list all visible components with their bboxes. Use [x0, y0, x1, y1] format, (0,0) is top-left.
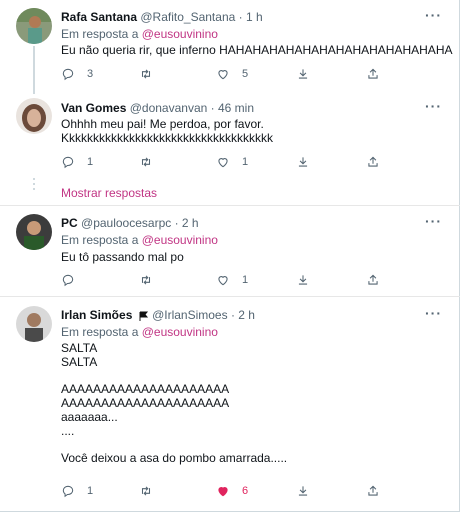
like-count: 1 — [242, 156, 249, 168]
download-icon — [298, 157, 308, 167]
thread-line — [33, 46, 35, 94]
reply-prefix: Em resposta a — [61, 325, 139, 339]
retweet-icon — [141, 486, 151, 496]
share-icon — [368, 274, 378, 285]
tweet-header: Van Gomes @donavanvan · 46 min — [61, 100, 254, 116]
download-icon — [298, 275, 308, 285]
avatar[interactable] — [16, 306, 52, 342]
reply-button[interactable]: 3 — [61, 66, 93, 82]
tweet-text: Eu tô passando mal po — [61, 250, 184, 264]
show-replies-link[interactable]: Mostrar respostas — [61, 186, 157, 200]
tweet-text: Ohhhh meu pai! Me perdoa, por favor. Kkk… — [61, 117, 274, 145]
retweet-button[interactable] — [139, 483, 165, 499]
timestamp[interactable]: · 2 h — [231, 308, 255, 322]
bookmark-button[interactable] — [296, 483, 310, 499]
like-icon — [218, 70, 228, 80]
tweet-pc[interactable]: PC @pauloocesarpc · 2 h ··· Em resposta … — [0, 206, 460, 296]
bookmark-button[interactable] — [296, 272, 310, 288]
action-bar: 1 6 — [61, 483, 391, 499]
share-button[interactable] — [366, 154, 380, 170]
user-handle[interactable]: @IrlanSimoes — [152, 308, 228, 322]
retweet-icon — [141, 69, 151, 79]
tweet-van[interactable]: Van Gomes @donavanvan · 46 min ··· Ohhhh… — [0, 92, 460, 202]
bookmark-button[interactable] — [296, 66, 310, 82]
tweet-text: SALTA SALTA AAAAAAAAAAAAAAAAAAAAA AAAAAA… — [61, 341, 288, 466]
reply-prefix: Em resposta a — [61, 27, 139, 41]
like-count: 5 — [242, 68, 249, 80]
user-name[interactable]: Van Gomes — [61, 101, 126, 115]
action-bar: 3 5 — [61, 66, 391, 82]
tweet-rafa[interactable]: Rafa Santana @Rafito_Santana · 1 h ··· E… — [0, 0, 460, 94]
share-icon — [368, 68, 378, 79]
like-button[interactable]: 1 — [216, 272, 248, 288]
reply-icon — [62, 156, 74, 169]
flag-icon — [139, 311, 148, 321]
avatar[interactable] — [16, 214, 52, 250]
more-icon[interactable]: ··· — [425, 305, 442, 321]
timestamp[interactable]: · 46 min — [211, 101, 254, 115]
more-icon[interactable]: ··· — [425, 98, 442, 114]
reply-button[interactable]: 1 — [61, 483, 93, 499]
more-icon[interactable]: ··· — [425, 7, 442, 23]
reply-count: 1 — [87, 156, 94, 168]
reply-mention[interactable]: @eusouvinino — [142, 27, 218, 41]
like-icon — [218, 487, 228, 497]
retweet-icon — [141, 157, 151, 167]
bookmark-button[interactable] — [296, 154, 310, 170]
like-button[interactable]: 6 — [216, 483, 248, 499]
download-icon — [298, 486, 308, 496]
reply-prefix: Em resposta a — [61, 233, 139, 247]
retweet-icon — [141, 275, 151, 285]
reply-context: Em resposta a @eusouvinino — [61, 26, 218, 42]
more-icon[interactable]: ··· — [425, 213, 442, 229]
share-button[interactable] — [366, 66, 380, 82]
like-button[interactable]: 1 — [216, 154, 248, 170]
avatar[interactable] — [16, 8, 52, 44]
reply-icon — [62, 68, 74, 81]
tweet-irlan[interactable]: Irlan Simões @IrlanSimoes · 2 h ··· Em r… — [0, 297, 460, 511]
like-icon — [218, 276, 228, 286]
user-name[interactable]: Rafa Santana — [61, 10, 137, 24]
reply-icon — [62, 485, 74, 498]
retweet-button[interactable] — [139, 66, 165, 82]
tweet-header: Rafa Santana @Rafito_Santana · 1 h — [61, 9, 263, 25]
download-icon — [298, 69, 308, 79]
timestamp[interactable]: · 2 h — [175, 216, 199, 230]
share-button[interactable] — [366, 483, 380, 499]
reply-context: Em resposta a @eusouvinino — [61, 324, 218, 340]
reply-count: 3 — [87, 68, 94, 80]
reply-mention[interactable]: @eusouvinino — [142, 325, 218, 339]
user-handle[interactable]: @pauloocesarpc — [81, 216, 171, 230]
tweet-text: Eu não queria rir, que inferno HAHAHAHAH… — [61, 43, 453, 57]
reply-button[interactable]: 1 — [61, 154, 93, 170]
action-bar: 1 1 — [61, 154, 391, 170]
tweet-header: PC @pauloocesarpc · 2 h — [61, 215, 199, 231]
user-name[interactable]: PC — [61, 216, 78, 230]
reply-button[interactable] — [61, 272, 87, 288]
timestamp[interactable]: · 1 h — [239, 10, 263, 24]
user-name[interactable]: Irlan Simões — [61, 308, 132, 322]
action-bar: 1 — [61, 272, 391, 288]
like-button[interactable]: 5 — [216, 66, 248, 82]
reply-icon — [62, 274, 74, 287]
retweet-button[interactable] — [139, 154, 165, 170]
share-icon — [368, 156, 378, 167]
user-handle[interactable]: @Rafito_Santana — [140, 10, 235, 24]
share-button[interactable] — [366, 272, 380, 288]
reply-count: 1 — [87, 485, 94, 497]
retweet-button[interactable] — [139, 272, 165, 288]
share-icon — [368, 485, 378, 496]
tweet-header: Irlan Simões @IrlanSimoes · 2 h — [61, 307, 255, 323]
reply-context: Em resposta a @eusouvinino — [61, 232, 218, 248]
like-icon — [218, 158, 228, 168]
like-count: 6 — [242, 485, 249, 497]
like-count: 1 — [242, 274, 249, 286]
thread-dots — [33, 178, 35, 193]
avatar[interactable] — [16, 98, 52, 134]
user-handle[interactable]: @donavanvan — [130, 101, 208, 115]
reply-mention[interactable]: @eusouvinino — [142, 233, 218, 247]
